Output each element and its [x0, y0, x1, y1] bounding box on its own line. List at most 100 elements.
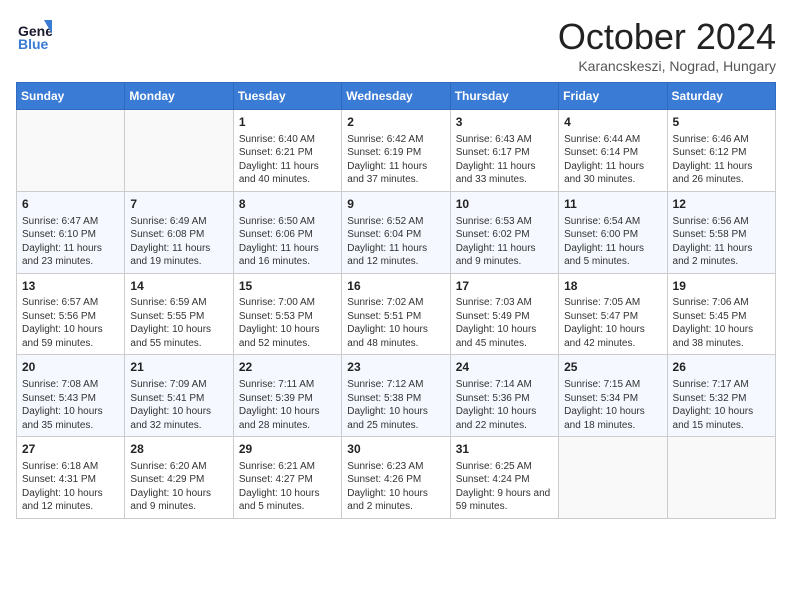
calendar-day [559, 437, 667, 519]
calendar-day: 1 Sunrise: 6:40 AM Sunset: 6:21 PM Daylig… [233, 110, 341, 192]
calendar-day: 3Sunrise: 6:43 AM Sunset: 6:17 PM Daylig… [450, 110, 558, 192]
day-info: Sunrise: 6:43 AM Sunset: 6:17 PM Dayligh… [456, 133, 553, 187]
calendar-day: 31 Sunrise: 6:25 AM Sunset: 4:24 PM Dayli… [450, 437, 558, 519]
day-header-thursday: Thursday [450, 83, 558, 110]
calendar-week-3: 13Sunrise: 6:57 AM Sunset: 5:56 PM Dayli… [17, 273, 776, 355]
day-number: 30 [347, 441, 444, 458]
day-number: 22 [239, 359, 336, 376]
calendar-day: 14Sunrise: 6:59 AM Sunset: 5:55 PM Dayli… [125, 273, 233, 355]
calendar-week-4: 20 Sunrise: 7:08 AM Sunset: 5:43 PM Dayli… [17, 355, 776, 437]
day-header-wednesday: Wednesday [342, 83, 450, 110]
location-subtitle: Karancskeszi, Nograd, Hungary [558, 58, 776, 74]
day-info: Sunrise: 7:09 AM Sunset: 5:41 PM Dayligh… [130, 378, 227, 432]
calendar-day: 5 Sunrise: 6:46 AM Sunset: 6:12 PM Daylig… [667, 110, 775, 192]
month-title: October 2024 [558, 16, 776, 58]
day-info: Sunrise: 6:49 AM Sunset: 6:08 PM Dayligh… [130, 215, 227, 269]
calendar-week-5: 27 Sunrise: 6:18 AM Sunset: 4:31 PM Dayli… [17, 437, 776, 519]
day-info: Sunrise: 6:57 AM Sunset: 5:56 PM Dayligh… [22, 296, 119, 350]
calendar-day: 20 Sunrise: 7:08 AM Sunset: 5:43 PM Dayli… [17, 355, 125, 437]
day-info: Sunrise: 6:40 AM Sunset: 6:21 PM Dayligh… [239, 133, 336, 187]
day-number: 20 [22, 359, 119, 376]
day-info: Sunrise: 6:21 AM Sunset: 4:27 PM Dayligh… [239, 460, 336, 514]
day-info: Sunrise: 7:08 AM Sunset: 5:43 PM Dayligh… [22, 378, 119, 432]
day-info: Sunrise: 6:53 AM Sunset: 6:02 PM Dayligh… [456, 215, 553, 269]
calendar-day: 25Sunrise: 7:15 AM Sunset: 5:34 PM Dayli… [559, 355, 667, 437]
calendar-day: 26 Sunrise: 7:17 AM Sunset: 5:32 PM Dayli… [667, 355, 775, 437]
calendar-week-2: 6Sunrise: 6:47 AM Sunset: 6:10 PM Daylig… [17, 191, 776, 273]
calendar-day: 6Sunrise: 6:47 AM Sunset: 6:10 PM Daylig… [17, 191, 125, 273]
day-info: Sunrise: 6:46 AM Sunset: 6:12 PM Dayligh… [673, 133, 770, 187]
day-info: Sunrise: 7:11 AM Sunset: 5:39 PM Dayligh… [239, 378, 336, 432]
calendar-day: 18Sunrise: 7:05 AM Sunset: 5:47 PM Dayli… [559, 273, 667, 355]
day-header-saturday: Saturday [667, 83, 775, 110]
day-number: 11 [564, 196, 661, 213]
calendar-day: 15Sunrise: 7:00 AM Sunset: 5:53 PM Dayli… [233, 273, 341, 355]
title-section: October 2024 Karancskeszi, Nograd, Hunga… [558, 16, 776, 74]
day-number: 21 [130, 359, 227, 376]
day-number: 31 [456, 441, 553, 458]
day-header-monday: Monday [125, 83, 233, 110]
day-header-sunday: Sunday [17, 83, 125, 110]
calendar-day: 17Sunrise: 7:03 AM Sunset: 5:49 PM Dayli… [450, 273, 558, 355]
calendar-day: 8 Sunrise: 6:50 AM Sunset: 6:06 PM Daylig… [233, 191, 341, 273]
day-info: Sunrise: 6:54 AM Sunset: 6:00 PM Dayligh… [564, 215, 661, 269]
calendar-week-1: 1 Sunrise: 6:40 AM Sunset: 6:21 PM Daylig… [17, 110, 776, 192]
day-info: Sunrise: 6:20 AM Sunset: 4:29 PM Dayligh… [130, 460, 227, 514]
day-number: 8 [239, 196, 336, 213]
calendar-table: SundayMondayTuesdayWednesdayThursdayFrid… [16, 82, 776, 519]
day-info: Sunrise: 6:42 AM Sunset: 6:19 PM Dayligh… [347, 133, 444, 187]
day-info: Sunrise: 6:50 AM Sunset: 6:06 PM Dayligh… [239, 215, 336, 269]
calendar-day: 23 Sunrise: 7:12 AM Sunset: 5:38 PM Dayli… [342, 355, 450, 437]
calendar-header-row: SundayMondayTuesdayWednesdayThursdayFrid… [17, 83, 776, 110]
day-number: 7 [130, 196, 227, 213]
day-number: 4 [564, 114, 661, 131]
day-number: 27 [22, 441, 119, 458]
calendar-day: 7 Sunrise: 6:49 AM Sunset: 6:08 PM Daylig… [125, 191, 233, 273]
day-info: Sunrise: 6:59 AM Sunset: 5:55 PM Dayligh… [130, 296, 227, 350]
day-info: Sunrise: 7:06 AM Sunset: 5:45 PM Dayligh… [673, 296, 770, 350]
calendar-day: 2 Sunrise: 6:42 AM Sunset: 6:19 PM Daylig… [342, 110, 450, 192]
calendar-day: 28 Sunrise: 6:20 AM Sunset: 4:29 PM Dayli… [125, 437, 233, 519]
calendar-day: 4Sunrise: 6:44 AM Sunset: 6:14 PM Daylig… [559, 110, 667, 192]
day-info: Sunrise: 7:00 AM Sunset: 5:53 PM Dayligh… [239, 296, 336, 350]
calendar-day: 16Sunrise: 7:02 AM Sunset: 5:51 PM Dayli… [342, 273, 450, 355]
day-info: Sunrise: 7:02 AM Sunset: 5:51 PM Dayligh… [347, 296, 444, 350]
logo-icon: General Blue [16, 16, 52, 52]
calendar-day: 9Sunrise: 6:52 AM Sunset: 6:04 PM Daylig… [342, 191, 450, 273]
day-number: 5 [673, 114, 770, 131]
day-number: 12 [673, 196, 770, 213]
day-number: 15 [239, 278, 336, 295]
calendar-day: 21 Sunrise: 7:09 AM Sunset: 5:41 PM Dayli… [125, 355, 233, 437]
day-number: 23 [347, 359, 444, 376]
page-header: General Blue October 2024 Karancskeszi, … [16, 16, 776, 74]
day-number: 28 [130, 441, 227, 458]
day-number: 16 [347, 278, 444, 295]
day-info: Sunrise: 6:25 AM Sunset: 4:24 PM Dayligh… [456, 460, 553, 514]
calendar-day: 22 Sunrise: 7:11 AM Sunset: 5:39 PM Dayli… [233, 355, 341, 437]
calendar-day [125, 110, 233, 192]
day-number: 1 [239, 114, 336, 131]
day-number: 10 [456, 196, 553, 213]
calendar-day: 11 Sunrise: 6:54 AM Sunset: 6:00 PM Dayli… [559, 191, 667, 273]
day-number: 18 [564, 278, 661, 295]
day-number: 26 [673, 359, 770, 376]
calendar-day: 12Sunrise: 6:56 AM Sunset: 5:58 PM Dayli… [667, 191, 775, 273]
day-number: 24 [456, 359, 553, 376]
day-info: Sunrise: 6:18 AM Sunset: 4:31 PM Dayligh… [22, 460, 119, 514]
calendar-day: 10 Sunrise: 6:53 AM Sunset: 6:02 PM Dayli… [450, 191, 558, 273]
day-number: 19 [673, 278, 770, 295]
day-number: 13 [22, 278, 119, 295]
calendar-day: 19Sunrise: 7:06 AM Sunset: 5:45 PM Dayli… [667, 273, 775, 355]
day-info: Sunrise: 7:03 AM Sunset: 5:49 PM Dayligh… [456, 296, 553, 350]
logo: General Blue [16, 16, 52, 52]
calendar-day [17, 110, 125, 192]
day-info: Sunrise: 7:12 AM Sunset: 5:38 PM Dayligh… [347, 378, 444, 432]
day-info: Sunrise: 7:17 AM Sunset: 5:32 PM Dayligh… [673, 378, 770, 432]
calendar-day: 27 Sunrise: 6:18 AM Sunset: 4:31 PM Dayli… [17, 437, 125, 519]
day-info: Sunrise: 7:14 AM Sunset: 5:36 PM Dayligh… [456, 378, 553, 432]
calendar-day [667, 437, 775, 519]
day-number: 29 [239, 441, 336, 458]
day-header-tuesday: Tuesday [233, 83, 341, 110]
day-info: Sunrise: 6:47 AM Sunset: 6:10 PM Dayligh… [22, 215, 119, 269]
day-number: 2 [347, 114, 444, 131]
